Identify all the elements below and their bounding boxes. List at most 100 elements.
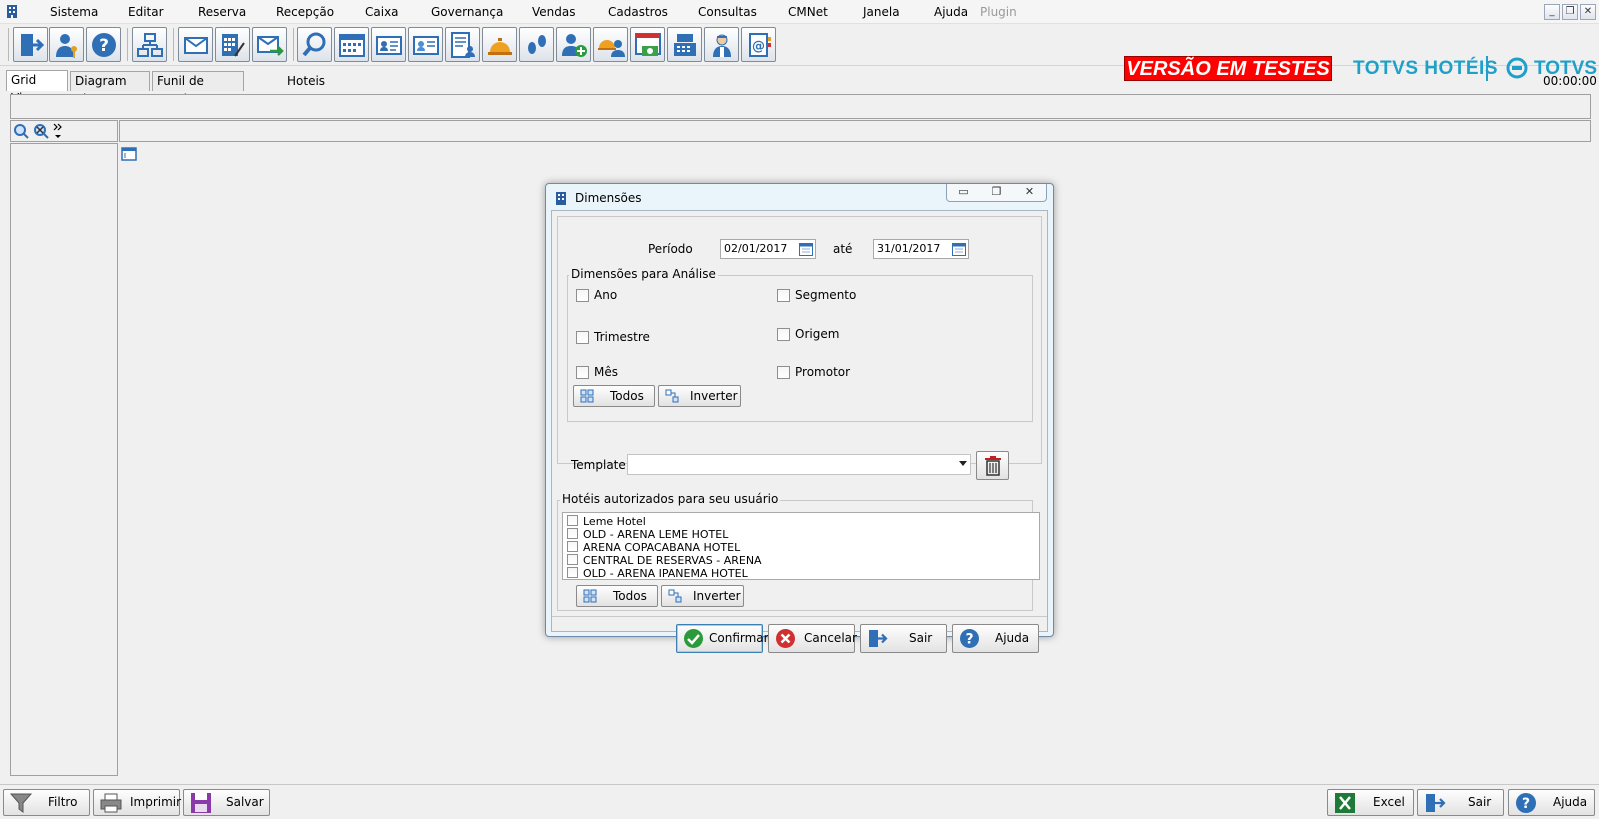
tab-funil-de-vendas[interactable]: Funil de Vendas [152, 71, 244, 106]
menu-caixa[interactable]: Caixa [365, 5, 399, 19]
menu-ajuda[interactable]: Ajuda [934, 5, 968, 19]
menu-sistema[interactable]: Sistema [50, 5, 98, 19]
search-button[interactable] [297, 27, 332, 62]
imprimir-button[interactable]: Imprimir [93, 789, 182, 816]
guest-card-icon [413, 36, 439, 55]
menu-cmnet[interactable]: CMNet [788, 5, 828, 19]
cancel-icon [776, 629, 795, 648]
housekeeper-button[interactable] [704, 27, 739, 62]
guest-card-button[interactable] [371, 27, 406, 62]
menu-janela[interactable]: Janela [863, 5, 900, 19]
hotel-checkbox[interactable] [567, 541, 578, 552]
envelope-arrow-icon [257, 36, 284, 56]
bottom-ajuda-button[interactable]: ? Ajuda [1508, 789, 1595, 816]
overflow-chevron-icon[interactable] [53, 122, 63, 140]
menu-recepcao[interactable]: Recepção [276, 5, 334, 19]
calculator-button[interactable] [215, 27, 250, 62]
cash-register-icon [674, 34, 696, 56]
concierge-button[interactable] [593, 27, 628, 62]
calendar-picker-icon[interactable] [952, 242, 966, 256]
save-disk-icon [191, 793, 211, 813]
hoteis-label: Hoteis [287, 74, 326, 88]
calendar-picker-icon[interactable] [799, 242, 813, 256]
confirmar-button[interactable]: Confirmar [676, 624, 769, 653]
hotel-checkbox[interactable] [567, 528, 578, 539]
inbox-button[interactable] [178, 27, 213, 62]
checkin-card-button[interactable] [408, 27, 443, 62]
hotel-name: CENTRAL DE RESERVAS - ARENA [583, 554, 762, 567]
dialog-maximize-button[interactable]: ❐ [980, 184, 1013, 201]
origem-label: Origem [795, 327, 840, 341]
confirmar-label: Confirmar [709, 631, 769, 645]
mes-checkbox[interactable] [576, 366, 589, 379]
dims-inverter-button[interactable]: Inverter [658, 385, 741, 407]
exit-button[interactable] [13, 27, 48, 62]
sair-button[interactable]: Sair [860, 624, 947, 653]
hotel-checkbox[interactable] [567, 567, 578, 578]
ano-checkbox[interactable] [576, 289, 589, 302]
guest-list-button[interactable] [445, 27, 480, 62]
email-book-button[interactable]: @ [741, 27, 776, 62]
dialog-close-button[interactable]: ✕ [1013, 184, 1046, 201]
excel-button[interactable]: Excel [1327, 789, 1414, 816]
restore-button[interactable]: ❐ [1562, 4, 1578, 20]
hotel-list[interactable]: Leme Hotel OLD - ARENA LEME HOTEL ARENA … [562, 512, 1040, 580]
dims-todos-button[interactable]: Todos [573, 385, 655, 407]
date-from-input[interactable]: 02/01/2017 [720, 239, 816, 259]
tab-grid-view[interactable]: Grid View [6, 70, 68, 105]
clear-search-icon[interactable] [33, 123, 49, 139]
hotels-inverter-button[interactable]: Inverter [661, 585, 744, 607]
excel-label: Excel [1373, 795, 1405, 809]
minimize-button[interactable]: _ [1544, 4, 1560, 20]
help-button[interactable]: ? [86, 27, 121, 62]
template-select[interactable] [627, 454, 971, 475]
bell-button[interactable] [482, 27, 517, 62]
menu-editar[interactable]: Editar [128, 5, 164, 19]
hotels-todos-button[interactable]: Todos [576, 585, 658, 607]
menu-consultas[interactable]: Consultas [698, 5, 757, 19]
network-button[interactable] [132, 27, 167, 62]
origem-checkbox[interactable] [777, 328, 790, 341]
date-from-value: 02/01/2017 [724, 242, 788, 255]
toolbar-grip [8, 28, 9, 61]
footprints-button[interactable] [519, 27, 554, 62]
add-user-button[interactable] [556, 27, 591, 62]
cash-register-button[interactable] [667, 27, 702, 62]
menu-vendas[interactable]: Vendas [532, 5, 576, 19]
network-diagram-icon [137, 33, 163, 57]
chevron-down-icon[interactable] [959, 461, 967, 466]
menu-cadastros[interactable]: Cadastros [608, 5, 668, 19]
menu-governanca[interactable]: Governança [431, 5, 503, 19]
segmento-checkbox[interactable] [777, 289, 790, 302]
hotel-checkbox[interactable] [567, 515, 578, 526]
user-key-button[interactable] [49, 27, 84, 62]
help-icon: ? [92, 33, 116, 57]
ajuda-button[interactable]: ? Ajuda [952, 624, 1039, 653]
menu-reserva[interactable]: Reserva [198, 5, 246, 19]
filtro-button[interactable]: Filtro [3, 789, 90, 816]
ano-label: Ano [594, 288, 618, 302]
segmento-label: Segmento [795, 288, 857, 302]
salvar-button[interactable]: Salvar [183, 789, 270, 816]
close-button[interactable]: ✕ [1580, 4, 1596, 20]
cashier-button[interactable] [630, 27, 665, 62]
tab-diagram-view[interactable]: Diagram View [70, 71, 150, 106]
dialog-body: Período 02/01/2017 até 31/01/2017 Dimens… [551, 210, 1048, 653]
zoom-in-icon[interactable] [13, 123, 29, 139]
imprimir-label: Imprimir [130, 795, 182, 809]
toolbar: ? @ VERSÃO EM TESTES TOTVS HOTÉIS TOTVS [0, 24, 1599, 81]
envelope-inbox-icon [184, 37, 208, 54]
periodo-label: Período [648, 242, 693, 256]
hotel-checkbox[interactable] [567, 554, 578, 565]
bottom-sair-button[interactable]: Sair [1417, 789, 1504, 816]
date-to-input[interactable]: 31/01/2017 [873, 239, 969, 259]
send-mail-button[interactable] [252, 27, 287, 62]
delete-template-button[interactable] [976, 451, 1009, 480]
trimestre-checkbox[interactable] [576, 331, 589, 344]
dialog-minimize-button[interactable]: ▭ [947, 184, 980, 201]
cancelar-button[interactable]: Cancelar [768, 624, 857, 653]
calendar-button[interactable] [334, 27, 369, 62]
promotor-checkbox[interactable] [777, 366, 790, 379]
trash-icon [985, 456, 1001, 476]
column-chooser-icon[interactable] [121, 146, 137, 162]
